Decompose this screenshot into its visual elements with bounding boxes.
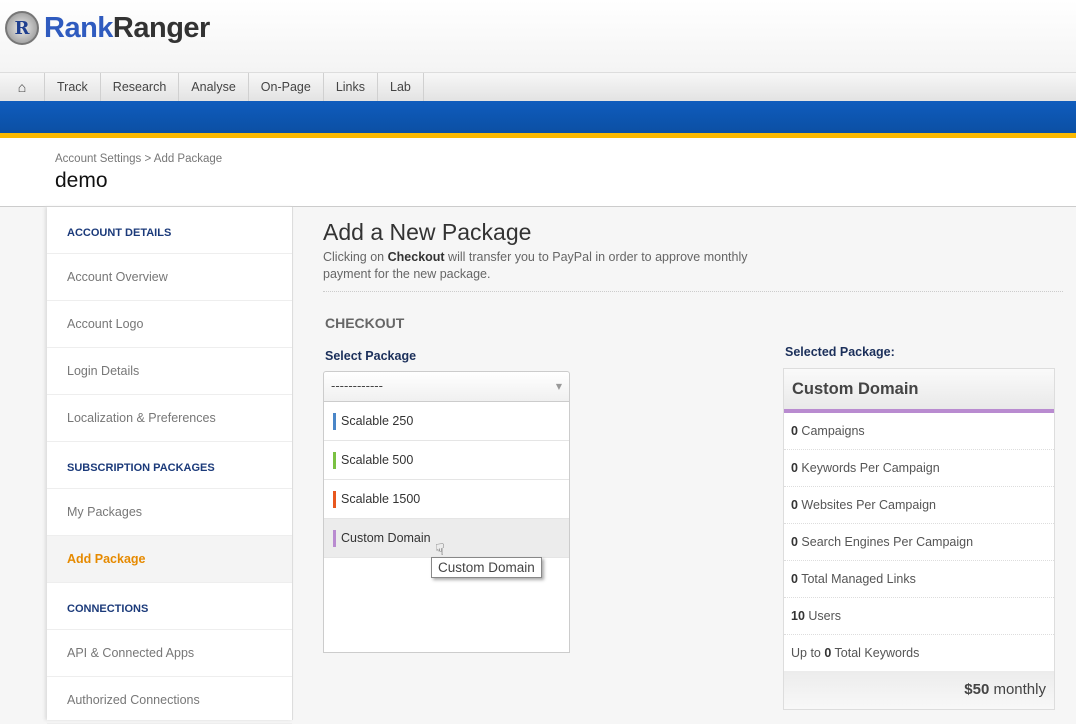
sidebar-item-add-package[interactable]: Add Package [47,536,292,583]
package-dropdown-list: Scalable 250 Scalable 500 Scalable 1500 … [323,401,570,653]
package-feature-row: 0 Total Managed Links [784,561,1054,598]
nav-track[interactable]: Track [45,73,101,102]
header: R RankRanger [0,0,1076,72]
nav-links[interactable]: Links [324,73,378,102]
breadcrumb[interactable]: Account Settings > Add Package [55,153,222,165]
feature-num: 0 [791,498,798,512]
sidebar: ACCOUNT DETAILS Account Overview Account… [47,207,293,724]
sidebar-item-my-packages[interactable]: My Packages [47,489,292,536]
chevron-down-icon: ▼ [555,382,562,391]
sidebar-item-api-apps[interactable]: API & Connected Apps [47,630,292,677]
package-feature-row: 10 Users [784,598,1054,635]
package-feature-row: 0 Keywords Per Campaign [784,450,1054,487]
sidebar-header-account-details: ACCOUNT DETAILS [47,207,292,254]
sidebar-header-connections: CONNECTIONS [47,583,292,630]
color-marker [333,529,336,547]
option-scalable-500[interactable]: Scalable 500 [324,441,569,480]
selected-package-label: Selected Package: [785,345,895,359]
checkout-heading: CHECKOUT [325,315,405,331]
package-feature-row: Up to 0 Total Keywords [784,635,1054,672]
option-scalable-1500[interactable]: Scalable 1500 [324,480,569,519]
sidebar-header-subscription: SUBSCRIPTION PACKAGES [47,442,292,489]
home-icon[interactable]: ⌂ [0,73,45,102]
option-label: Scalable 1500 [341,492,421,506]
sidebar-item-account-overview[interactable]: Account Overview [47,254,292,301]
select-value: ------------ [331,379,383,393]
selected-package-card: Custom Domain 0 Campaigns 0 Keywords Per … [783,368,1055,710]
option-custom-domain[interactable]: Custom Domain [324,519,569,558]
package-feature-row: 0 Websites Per Campaign [784,487,1054,524]
feature-num: 0 [791,461,798,475]
feature-text: Keywords Per Campaign [797,461,940,475]
sidebar-item-account-logo[interactable]: Account Logo [47,301,292,348]
nav-on-page[interactable]: On-Page [249,73,324,102]
sidebar-item-login-details[interactable]: Login Details [47,348,292,395]
feature-text: Search Engines Per Campaign [797,535,974,549]
blue-band [0,101,1076,134]
logo[interactable]: R RankRanger [5,11,210,45]
option-scalable-250[interactable]: Scalable 250 [324,402,569,441]
sidebar-item-authorized-connections[interactable]: Authorized Connections [47,677,292,724]
color-marker [333,490,336,508]
feature-text: Campaigns [797,424,865,438]
color-marker [333,412,336,430]
package-feature-row: 0 Campaigns [784,413,1054,450]
option-label: Scalable 500 [341,453,414,467]
feature-text: Total Managed Links [797,572,916,586]
feature-num: 10 [791,609,805,623]
nav-lab[interactable]: Lab [378,73,424,102]
color-marker [333,451,336,469]
feature-text: Total Keywords [831,646,920,660]
logo-text-ranger: Ranger [112,11,210,44]
package-feature-row: 0 Search Engines Per Campaign [784,524,1054,561]
logo-badge-icon: R [5,11,39,45]
package-name: Custom Domain [784,369,1054,409]
package-select[interactable]: ------------ ▼ [323,371,570,402]
price-period: monthly [989,681,1046,698]
page-title: Add a New Package [323,219,532,245]
account-name: demo [55,169,108,192]
divider [323,291,1063,292]
feature-text: Websites Per Campaign [797,498,936,512]
feature-num: 0 [791,424,798,438]
feature-num: 0 [791,572,798,586]
sidebar-item-localization[interactable]: Localization & Preferences [47,395,292,442]
description: Clicking on Checkout will transfer you t… [323,249,793,283]
price-amount: $50 [964,681,990,698]
page-header: Account Settings > Add Package demo [0,138,1076,207]
nav-analyse[interactable]: Analyse [179,73,249,102]
option-label: Scalable 250 [341,414,414,428]
main-nav: ⌂ Track Research Analyse On-Page Links L… [0,72,1076,102]
feature-pre: Up to [791,646,825,660]
feature-text: Users [804,609,842,623]
logo-text-rank: Rank [44,11,113,44]
select-package-label: Select Package [325,349,417,363]
nav-research[interactable]: Research [101,73,180,102]
desc-text: Clicking on [323,250,388,264]
tooltip: Custom Domain [431,557,542,578]
feature-num: 0 [791,535,798,549]
desc-bold: Checkout [387,250,445,264]
package-price: $50 monthly [784,671,1054,709]
option-label: Custom Domain [341,531,431,545]
